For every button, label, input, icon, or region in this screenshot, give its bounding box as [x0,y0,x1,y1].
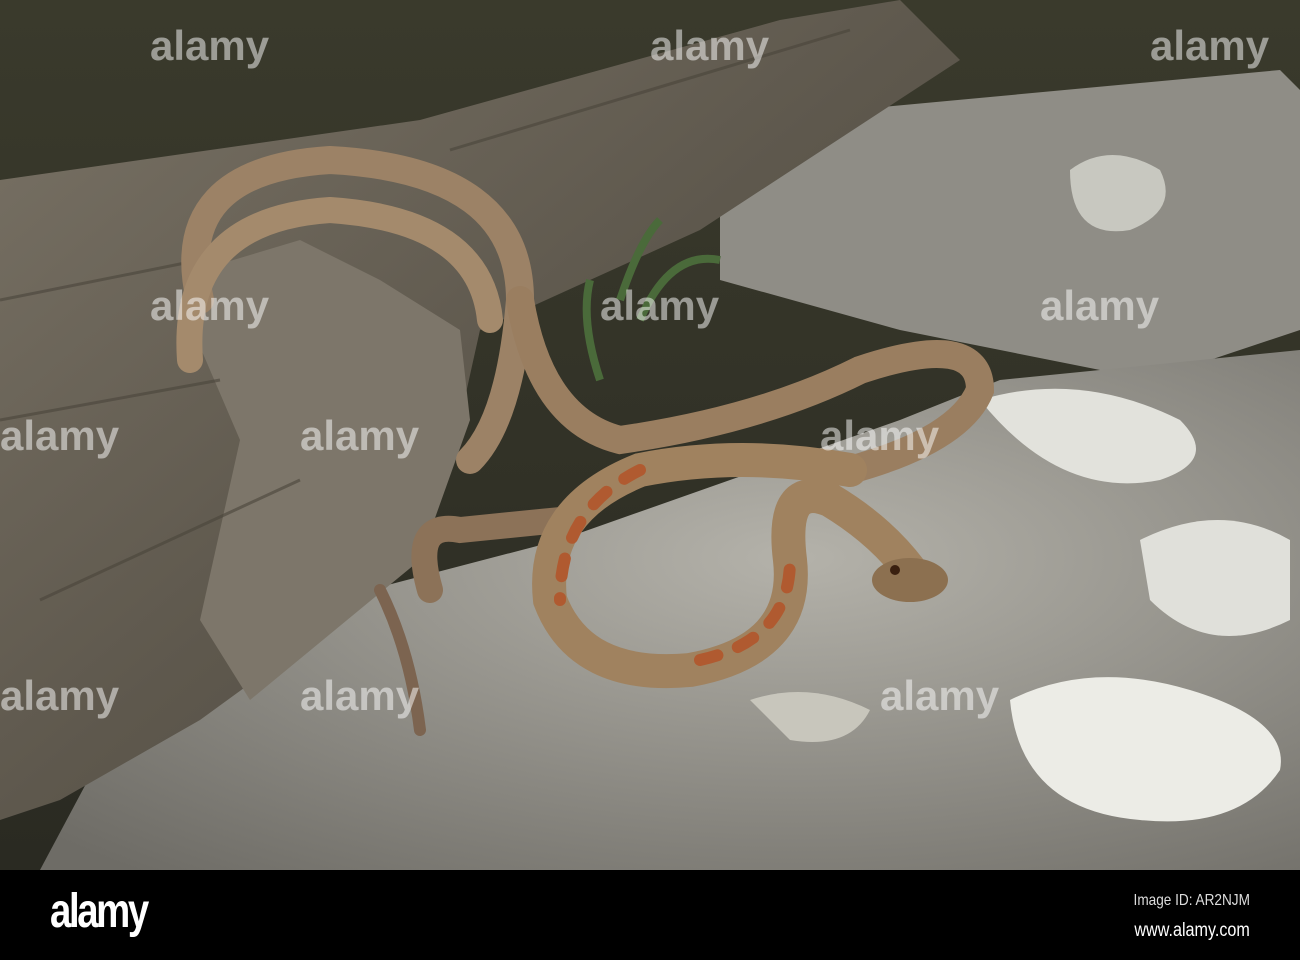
svg-text:alamy: alamy [600,282,720,329]
svg-text:alamy: alamy [300,672,420,719]
snake-eye [890,565,900,575]
svg-text:alamy: alamy [150,22,270,69]
svg-text:alamy: alamy [880,672,1000,719]
website-link[interactable]: www.alamy.com [1135,920,1250,942]
alamy-logo: alamy [50,885,149,938]
footer-bar: alamy Image ID: AR2NJM www.alamy.com [0,870,1300,960]
svg-text:alamy: alamy [0,672,120,719]
svg-text:alamy: alamy [1040,282,1160,329]
svg-text:alamy: alamy [1150,22,1270,69]
image-id: Image ID: AR2NJM [1133,892,1250,909]
svg-text:alamy: alamy [0,412,120,459]
svg-text:alamy: alamy [300,412,420,459]
svg-text:alamy: alamy [820,412,940,459]
svg-text:alamy: alamy [150,282,270,329]
svg-text:alamy: alamy [650,22,770,69]
snake-photo: alamy alamy alamy alamy alamy alamy alamy ala… [0,0,1300,870]
snake-head [872,558,948,602]
